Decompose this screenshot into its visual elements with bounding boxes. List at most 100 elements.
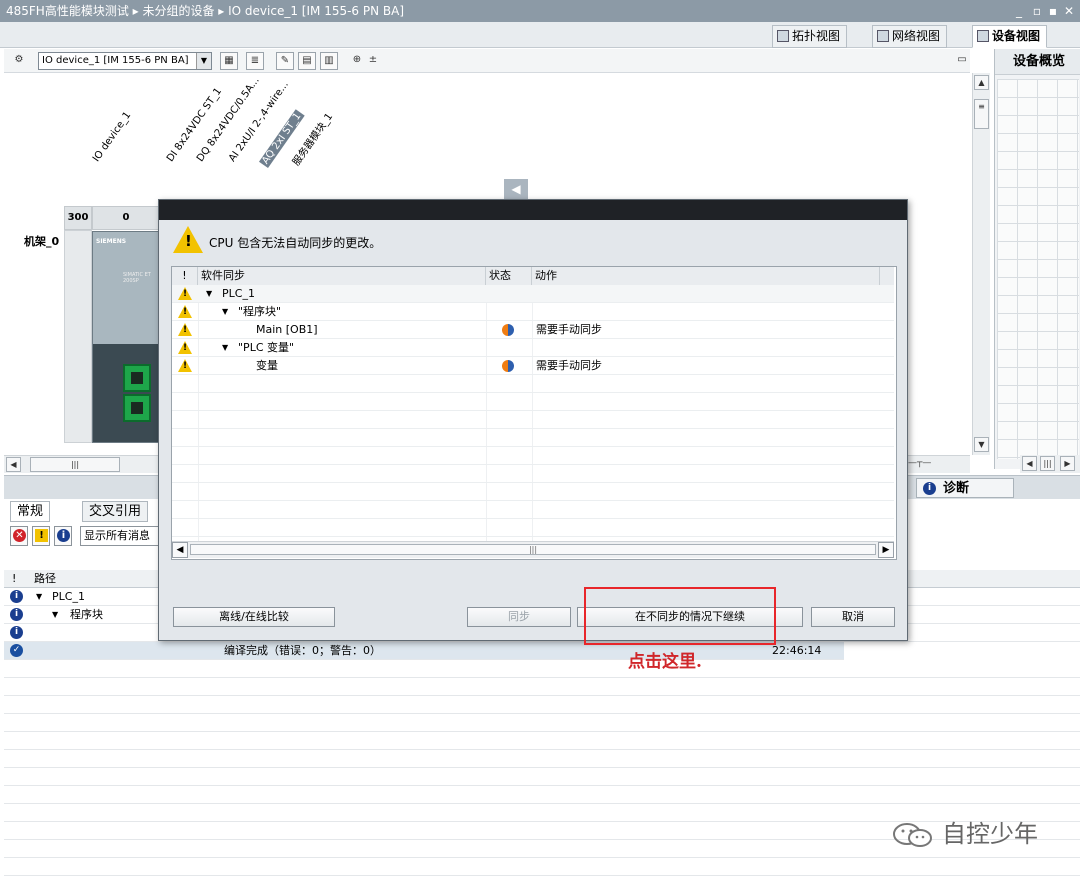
wechat-icon [893,823,932,847]
sync-dialog: ! CPU 包含无法自动同步的更改。 ! 软件同步 状态 动作 ! ▼ PLC_… [158,199,908,641]
sync-status-icon [502,360,514,372]
zoom-slider[interactable]: —┬— [908,458,964,470]
panel-horizontal-scrollbar[interactable]: ◀ ||| ▶ [1020,455,1080,473]
tab-topology-view[interactable]: 拓扑视图 [772,25,848,48]
canvas-vertical-scrollbar[interactable]: ▲ ≡ ▼ [972,73,990,455]
inspector-tabs: 常规 交叉引用 [4,501,164,523]
info-icon: i [10,626,23,639]
expand-caret-icon[interactable]: ▼ [222,339,228,356]
table-row[interactable]: ! ▼ "程序块" [172,303,894,321]
warning-icon: ! [178,287,192,300]
watermark-text: 自控少年 [942,820,1038,848]
info-icon: i [923,482,936,495]
slot-strip [64,230,92,443]
warning-icon: ! [35,529,48,542]
warning-icon: ! [178,359,192,372]
cancel-button[interactable]: 取消 [811,607,895,627]
sync-status-icon [502,324,514,336]
expand-caret-icon[interactable]: ▼ [206,285,212,302]
scroll-left-icon[interactable]: ◀ [6,457,21,472]
panel-toggle-icon[interactable]: ▭ [954,52,970,70]
rack-label: 机架_0 [24,235,60,248]
page-icon[interactable]: ▥ [320,52,338,70]
pencil-icon[interactable]: ✎ [276,52,294,70]
expand-caret-icon[interactable]: ▼ [52,606,58,623]
module-model: SIMATIC ET 200SP [123,272,151,284]
warning-icon: ! [178,305,192,318]
window-title-bar: 485FH高性能模块测试 ▸ 未分组的设备 ▸ IO device_1 [IM … [0,0,1080,22]
ethernet-port-icon [123,394,151,422]
slot-number-300: 300 [64,206,92,230]
table-icon[interactable]: ▤ [298,52,316,70]
table-row[interactable]: ! ▼ "PLC 变量" [172,339,894,357]
zoom-dropdown-icon[interactable]: ± [364,52,382,70]
tab-device-view[interactable]: 设备视图 [972,25,1048,48]
grid-icon[interactable]: ▦ [220,52,238,70]
module-brand: SIEMENS [96,238,127,245]
device-tree-icon[interactable]: ⚙ [10,52,28,70]
minimize-icon[interactable]: _ [1010,0,1028,22]
ethernet-port-icon [123,364,151,392]
interface-module[interactable]: SIEMENS SIMATIC ET 200SP [92,231,160,443]
scroll-left-icon[interactable]: ◀ [172,542,188,558]
info-filter-button[interactable]: i [54,526,72,546]
tab-general[interactable]: 常规 [10,501,51,522]
close-icon[interactable]: ✕ [1060,0,1078,22]
device-overview-panel: 设备概览 [994,49,1080,469]
view-tabs: 拓扑视图 网络视图 设备视图 [0,22,1080,48]
tab-cross-reference[interactable]: 交叉引用 [82,501,149,522]
info-icon: i [10,590,23,603]
expand-caret-icon[interactable]: ▼ [222,303,228,320]
chevron-down-icon[interactable]: ▼ [196,53,211,69]
collapse-arrow-icon[interactable]: ◀ [504,179,528,199]
watermark: 自控少年 [892,818,1062,850]
scroll-thumb[interactable]: ||| [190,544,876,555]
table-row[interactable]: ! ▼ PLC_1 [172,285,894,303]
expand-caret-icon[interactable]: ▼ [36,588,42,605]
error-filter-button[interactable]: ✕ [10,526,28,546]
sync-button[interactable]: 同步 [467,607,571,627]
compare-offline-online-button[interactable]: 离线/在线比较 [173,607,335,627]
slot-number-0: 0 [92,206,160,230]
message-filter-toolbar: ✕ ! i 显示所有消息 [8,526,170,548]
label-icon[interactable]: ≣ [246,52,264,70]
dialog-horizontal-scrollbar[interactable]: ◀ ||| ▶ [172,541,894,558]
module-label-di[interactable]: DI 8x24VDC ST_1 [165,86,224,164]
info-icon: i [57,529,70,542]
sync-table: ! 软件同步 状态 动作 ! ▼ PLC_1 ! ▼ "程序块" ! Main … [171,266,897,560]
topology-icon [777,30,789,42]
warning-icon: ! [173,226,203,253]
sync-table-header: ! 软件同步 状态 动作 [172,267,894,286]
window-title: 485FH高性能模块测试 ▸ 未分组的设备 ▸ IO device_1 [IM … [6,4,405,18]
annotation-text: 点击这里. [628,652,702,672]
check-icon: ✓ [10,644,23,657]
module-label-io-device[interactable]: IO device_1 [91,110,133,164]
scroll-up-icon[interactable]: ▲ [974,75,989,90]
scroll-left-icon[interactable]: ◀ [1022,456,1037,471]
highlight-box [584,587,776,645]
scroll-thumb[interactable]: ||| [1040,456,1055,471]
warning-icon: ! [178,341,192,354]
device-overview-grid[interactable] [997,79,1079,459]
show-all-messages-select[interactable]: 显示所有消息 [80,526,170,546]
warning-icon: ! [178,323,192,336]
scroll-right-icon[interactable]: ▶ [1060,456,1075,471]
info-icon: i [10,608,23,621]
scroll-down-icon[interactable]: ▼ [974,437,989,452]
device-select[interactable]: IO device_1 [IM 155-6 PN BA] ▼ [38,52,212,70]
tab-network-view[interactable]: 网络视图 [872,25,948,48]
network-icon [877,30,889,42]
warning-filter-button[interactable]: ! [32,526,50,546]
dialog-message: CPU 包含无法自动同步的更改。 [209,236,382,250]
scroll-thumb[interactable]: ≡ [974,99,989,129]
tab-diagnostics[interactable]: i 诊断 [916,478,1014,498]
scroll-right-icon[interactable]: ▶ [878,542,894,558]
table-row[interactable]: ! 变量 需要手动同步 [172,357,894,375]
error-icon: ✕ [13,529,26,542]
device-toolbar: ⚙ IO device_1 [IM 155-6 PN BA] ▼ ▦ ≣ ✎ ▤… [4,49,970,73]
device-icon [977,30,989,42]
table-row[interactable]: ! Main [OB1] 需要手动同步 [172,321,894,339]
dialog-title-bar [159,200,907,220]
hscroll-thumb[interactable]: ||| [30,457,120,472]
module-label-ai[interactable]: AI 2xU/I 2-,4-wire... [227,79,291,164]
